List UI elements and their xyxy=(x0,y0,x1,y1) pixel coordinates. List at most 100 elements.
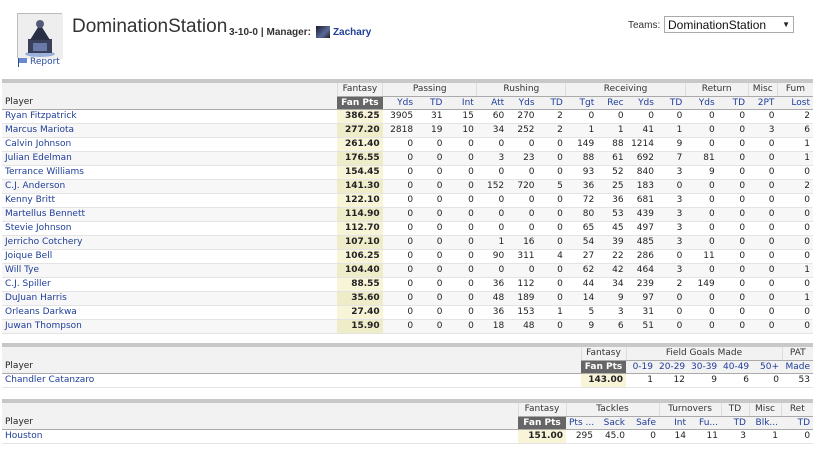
column-header-fan-pts[interactable]: Fan Pts xyxy=(581,360,626,374)
stat-cell: 97 xyxy=(626,291,657,306)
stat-cell: 0 xyxy=(445,165,477,180)
stat-cell: 61 xyxy=(597,151,627,166)
stat-cell: 14 xyxy=(565,291,598,306)
column-header-sack[interactable]: Sack xyxy=(596,416,628,430)
stat-cell: 0 xyxy=(537,221,566,236)
column-header-player[interactable]: Player xyxy=(2,416,518,430)
group-header-fantasy: Fantasy xyxy=(580,347,626,361)
column-header-ret-td[interactable]: TD xyxy=(781,416,814,430)
column-header-player[interactable]: Player xyxy=(2,360,581,374)
stat-cell: 3 xyxy=(748,123,778,138)
fan-pts-cell: 261.40 xyxy=(337,137,383,152)
column-header-rec-yds[interactable]: Yds xyxy=(626,96,657,110)
stat-cell: 0 xyxy=(445,179,477,194)
stat-cell: 0 xyxy=(445,291,477,306)
team-avatar[interactable] xyxy=(17,13,63,59)
stat-cell: 14 xyxy=(659,429,689,444)
column-header-fan-pts[interactable]: Fan Pts xyxy=(518,416,566,430)
column-header-player[interactable]: Player xyxy=(2,96,338,110)
player-name-link[interactable]: Julian Edelman xyxy=(2,151,338,166)
fan-pts-cell: 106.25 xyxy=(337,249,383,264)
player-name-link[interactable]: Martellus Bennett xyxy=(2,207,338,222)
stat-cell: 9 xyxy=(656,137,686,152)
column-header-fg-30-39[interactable]: 30-39 xyxy=(688,360,720,374)
column-header-fan-pts[interactable]: Fan Pts xyxy=(337,96,383,110)
column-header-pass-int[interactable]: Int xyxy=(445,96,477,110)
column-header-fg-20-29[interactable]: 20-29 xyxy=(656,360,688,374)
stat-cell: 93 xyxy=(565,165,598,180)
group-header-blank xyxy=(2,83,338,96)
player-name-link[interactable]: C.J. Spiller xyxy=(2,277,338,292)
column-header-pass-td[interactable]: TD xyxy=(416,96,446,110)
column-header-fg-50-plus[interactable]: 50+ xyxy=(752,360,782,374)
group-header-rushing: Rushing xyxy=(476,83,566,97)
stat-cell: 0 xyxy=(656,319,686,334)
group-header-field-goals: Field Goals Made xyxy=(625,347,782,361)
defense-table-body: Houston 151.00 295 45.0 0 14 11 3 1 0 xyxy=(2,429,814,444)
table-row: Jerricho Cotchery 107.10 0 0 0 1 16 0 54 39 485 3 0 0… xyxy=(2,235,813,250)
column-header-rush-yds[interactable]: Yds xyxy=(507,96,538,110)
column-header-pts-allowed[interactable]: Pts ... xyxy=(566,416,596,430)
stat-cell: 0 xyxy=(777,165,813,180)
player-name-link[interactable]: Kenny Britt xyxy=(2,193,338,208)
player-name-link[interactable]: Juwan Thompson xyxy=(2,319,338,334)
column-header-int[interactable]: Int xyxy=(659,416,689,430)
player-name-link[interactable]: Ryan Fitzpatrick xyxy=(2,109,338,124)
player-name-link[interactable]: Terrance Williams xyxy=(2,165,338,180)
player-name-link[interactable]: Stevie Johnson xyxy=(2,221,338,236)
column-header-row: Player Fan Pts 0-19 20-29 30-39 40-49 50… xyxy=(2,360,813,374)
stat-cell: 1 xyxy=(749,429,781,444)
player-name-link[interactable]: Calvin Johnson xyxy=(2,137,338,152)
stat-cell: 0 xyxy=(382,249,417,264)
stat-cell: 0 xyxy=(748,249,778,264)
player-name-link[interactable]: DuJuan Harris xyxy=(2,291,338,306)
column-header-rec-rec[interactable]: Rec xyxy=(597,96,627,110)
player-name-link[interactable]: Orleans Darkwa xyxy=(2,305,338,320)
stat-cell: 1 xyxy=(777,291,813,306)
player-name-link[interactable]: Houston xyxy=(2,429,518,444)
column-header-td[interactable]: TD xyxy=(721,416,749,430)
column-header-ret-yds[interactable]: Yds xyxy=(685,96,718,110)
stat-cell: 0 xyxy=(537,193,566,208)
player-name-link[interactable]: Chandler Catanzaro xyxy=(2,373,581,388)
column-header-pat-made[interactable]: Made xyxy=(782,360,813,374)
stat-cell: 80 xyxy=(565,207,598,222)
column-header-rec-tgt[interactable]: Tgt xyxy=(565,96,598,110)
column-header-fg-0-19[interactable]: 0-19 xyxy=(626,360,656,374)
report-link[interactable]: Report xyxy=(18,57,60,67)
group-header-row: Fantasy Passing Rushing Receiving Return… xyxy=(2,83,813,97)
column-header-rec-td[interactable]: TD xyxy=(656,96,686,110)
manager-name-link[interactable]: Zachary xyxy=(333,27,371,38)
group-header-blank xyxy=(2,347,581,360)
player-name-link[interactable]: Will Tye xyxy=(2,263,338,278)
column-header-rush-td[interactable]: TD xyxy=(537,96,566,110)
stat-cell: 44 xyxy=(565,277,598,292)
stat-cell: 25 xyxy=(597,179,627,194)
group-header-return: Return xyxy=(684,83,749,97)
stat-cell: 3 xyxy=(656,165,686,180)
column-header-blk[interactable]: Blk... xyxy=(749,416,781,430)
player-name-link[interactable]: Joique Bell xyxy=(2,249,338,264)
report-label: Report xyxy=(30,57,60,67)
column-header-ret-td[interactable]: TD xyxy=(717,96,749,110)
column-header-pass-yds[interactable]: Yds xyxy=(382,96,417,110)
column-header-misc-2pt[interactable]: 2PT xyxy=(748,96,778,110)
column-header-fum-lost[interactable]: Lost xyxy=(777,96,813,110)
fan-pts-cell: 112.70 xyxy=(337,221,383,236)
player-name-link[interactable]: C.J. Anderson xyxy=(2,179,338,194)
column-header-rush-att[interactable]: Att xyxy=(476,96,508,110)
stat-cell: 692 xyxy=(626,151,657,166)
column-header-fg-40-49[interactable]: 40-49 xyxy=(720,360,752,374)
teams-select[interactable]: DominationStation ▼ xyxy=(664,16,794,33)
group-header-misc: Misc xyxy=(748,403,781,417)
player-name-link[interactable]: Marcus Mariota xyxy=(2,123,338,138)
column-header-row: Player Fan Pts Pts ... Sack Safe Int Fu.… xyxy=(2,416,814,430)
stat-cell: 1 xyxy=(597,123,627,138)
stat-cell: 0 xyxy=(537,291,566,306)
stat-cell: 6 xyxy=(777,123,813,138)
column-header-fumble[interactable]: Fu... xyxy=(689,416,721,430)
team-header: Report DominationStation 3-10-0 | Manage… xyxy=(0,0,819,74)
table-row: Chandler Catanzaro 143.00 1 12 9 6 0 53 xyxy=(2,373,813,388)
player-name-link[interactable]: Jerricho Cotchery xyxy=(2,235,338,250)
column-header-safe[interactable]: Safe xyxy=(628,416,659,430)
